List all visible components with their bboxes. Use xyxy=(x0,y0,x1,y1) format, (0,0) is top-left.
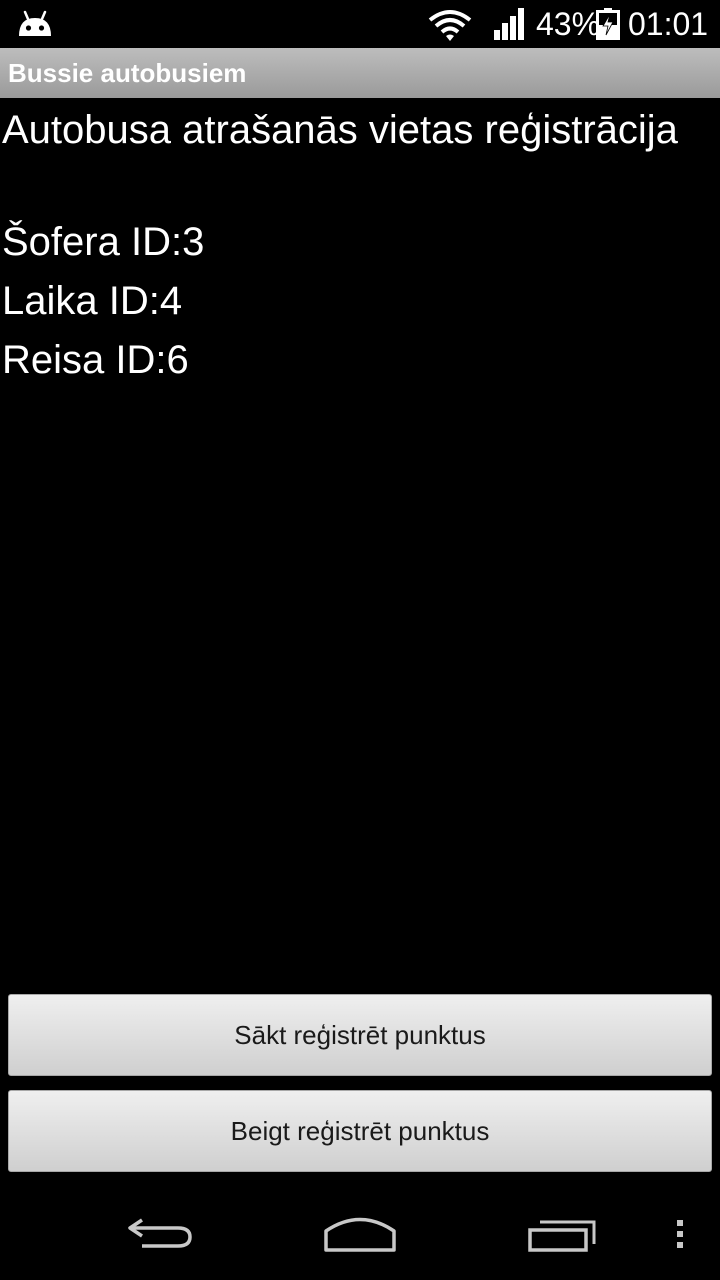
signal-icon xyxy=(494,8,524,40)
start-recording-button[interactable]: Sākt reģistrēt punktus xyxy=(8,994,712,1076)
time-id-text: Laika ID:4 xyxy=(2,279,183,323)
navigation-bar xyxy=(0,1184,720,1280)
overflow-menu-icon[interactable] xyxy=(668,1204,692,1260)
app-screen: 43% 01:01 Bussie autobusiem Autobusa atr… xyxy=(0,0,720,1280)
android-icon xyxy=(19,10,51,36)
driver-id-text: Šofera ID:3 xyxy=(2,220,205,264)
page-heading: Autobusa atrašanās vietas reģistrācija xyxy=(2,108,678,152)
trip-id-text: Reisa ID:6 xyxy=(2,338,189,382)
wifi-icon xyxy=(428,10,472,41)
stop-recording-button[interactable]: Beigt reģistrēt punktus xyxy=(8,1090,712,1172)
battery-charging-icon xyxy=(596,8,620,40)
status-bar: 43% 01:01 xyxy=(0,0,720,48)
battery-percent: 43% xyxy=(536,6,601,42)
home-icon[interactable] xyxy=(318,1204,402,1260)
back-icon[interactable] xyxy=(120,1204,200,1260)
recent-apps-icon[interactable] xyxy=(522,1204,602,1260)
app-title-bar: Bussie autobusiem xyxy=(0,48,720,98)
status-clock: 01:01 xyxy=(628,6,709,42)
app-title: Bussie autobusiem xyxy=(8,58,247,88)
